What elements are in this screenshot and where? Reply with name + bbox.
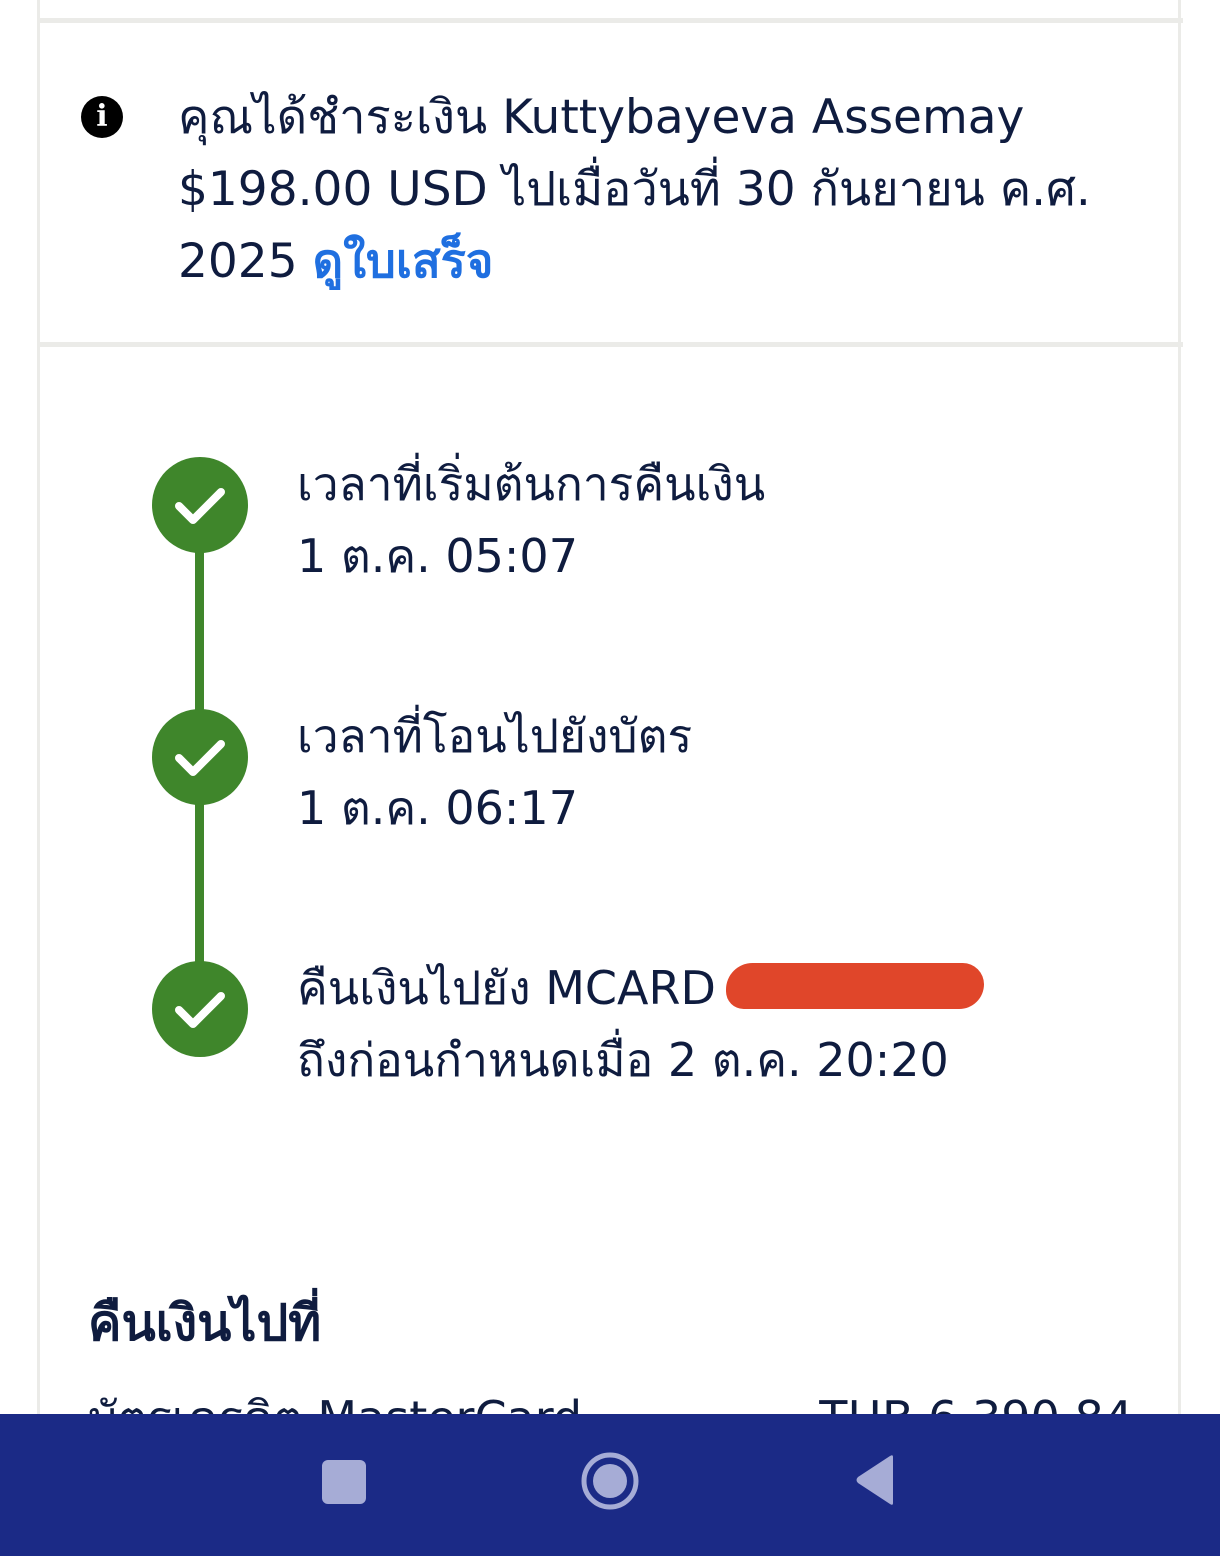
redaction-mark bbox=[725, 962, 984, 1009]
back-icon[interactable] bbox=[853, 1454, 897, 1506]
timeline-step-title: เวลาที่เริ่มต้นการคืนเงิน bbox=[297, 457, 766, 511]
section-divider bbox=[37, 342, 1183, 347]
timeline-step-time: 1 ต.ค. 05:07 bbox=[297, 529, 578, 583]
payment-notice: คุณได้ชำระเงิน Kuttybayeva Assemay $198.… bbox=[178, 82, 1138, 298]
timeline-step-title-text: คืนเงินไปยัง MCARD bbox=[297, 961, 716, 1015]
check-icon bbox=[152, 457, 248, 553]
timeline-step-title: คืนเงินไปยัง MCARD bbox=[297, 952, 1117, 1024]
system-navigation-bar bbox=[0, 1414, 1220, 1556]
home-icon[interactable] bbox=[580, 1451, 640, 1511]
recent-apps-icon[interactable] bbox=[322, 1460, 366, 1504]
timeline-step-time: 1 ต.ค. 06:17 bbox=[297, 781, 578, 835]
refund-amount: THB 6,390.84 bbox=[819, 1395, 1133, 1415]
timeline-step-refunded-to-card: คืนเงินไปยัง MCARD ถึงก่อนกำหนดเมื่อ 2 ต… bbox=[297, 952, 1117, 1096]
refund-card-label: บัตรเครดิต MasterCard bbox=[88, 1395, 582, 1415]
timeline-step-refund-started: เวลาที่เริ่มต้นการคืนเงิน 1 ต.ค. 05:07 bbox=[297, 448, 1117, 592]
view-receipt-link[interactable]: ดูใบเสร็จ bbox=[313, 234, 494, 289]
timeline-step-transferred: เวลาที่โอนไปยังบัตร 1 ต.ค. 06:17 bbox=[297, 700, 1117, 844]
timeline-step-title: เวลาที่โอนไปยังบัตร bbox=[297, 709, 693, 763]
top-divider bbox=[37, 18, 1183, 23]
refund-details-page: i คุณได้ชำระเงิน Kuttybayeva Assemay $19… bbox=[0, 0, 1220, 1556]
info-icon: i bbox=[81, 96, 123, 138]
refund-destination-row: บัตรเครดิต MasterCard THB 6,390.84 bbox=[88, 1395, 1133, 1415]
check-icon bbox=[152, 709, 248, 805]
timeline-step-time: ถึงก่อนกำหนดเมื่อ 2 ต.ค. 20:20 bbox=[297, 1033, 949, 1087]
refund-to-heading: คืนเงินไปที่ bbox=[88, 1294, 322, 1352]
check-icon bbox=[152, 961, 248, 1057]
